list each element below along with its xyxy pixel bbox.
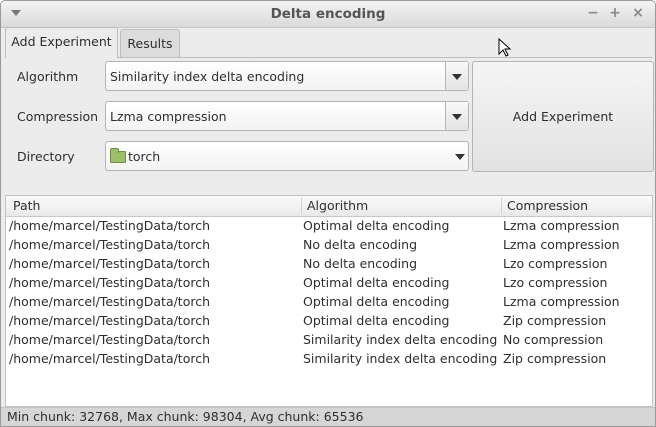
algorithm-value: Similarity index delta encoding	[110, 69, 305, 84]
directory-chooser[interactable]: torch	[105, 141, 469, 171]
window-title: Delta encoding	[270, 6, 386, 22]
column-header-algorithm[interactable]: Algorithm	[307, 198, 368, 213]
table-row[interactable]: /home/marcel/TestingData/torch No delta e…	[6, 235, 652, 254]
tab-add-experiment[interactable]: Add Experiment	[5, 27, 118, 58]
column-divider[interactable]	[501, 198, 502, 214]
column-header-compression[interactable]: Compression	[507, 198, 588, 213]
path-cell: /home/marcel/TestingData/torch	[9, 237, 211, 252]
compression-cell: Lzma compression	[503, 237, 620, 252]
algorithm-cell: Optimal delta encoding	[303, 294, 450, 309]
compression-dropdown-button[interactable]	[445, 102, 468, 130]
directory-value: torch	[128, 149, 161, 164]
algorithm-cell: Similarity index delta encoding	[303, 351, 498, 366]
algorithm-label: Algorithm	[17, 69, 79, 84]
title-bar: Delta encoding − + ×	[1, 1, 655, 28]
path-cell: /home/marcel/TestingData/torch	[9, 351, 211, 366]
chevron-down-icon	[452, 114, 462, 120]
compression-cell: Lzma compression	[503, 218, 620, 233]
status-bar: Min chunk: 32768, Max chunk: 98304, Avg …	[1, 407, 655, 426]
table-row[interactable]: /home/marcel/TestingData/torch Similarity…	[6, 330, 652, 349]
path-cell: /home/marcel/TestingData/torch	[9, 294, 211, 309]
path-cell: /home/marcel/TestingData/torch	[9, 332, 211, 347]
add-experiment-button[interactable]: Add Experiment	[472, 61, 654, 172]
path-cell: /home/marcel/TestingData/torch	[9, 256, 211, 271]
chevron-down-icon	[455, 154, 465, 160]
compression-cell: No compression	[503, 332, 604, 347]
chevron-down-icon	[452, 74, 462, 80]
compression-cell: Lzma compression	[503, 294, 620, 309]
path-cell: /home/marcel/TestingData/torch	[9, 275, 211, 290]
folder-icon	[110, 148, 126, 163]
tab-results[interactable]: Results	[120, 29, 180, 57]
algorithm-select[interactable]: Similarity index delta encoding	[105, 61, 469, 91]
compression-value: Lzma compression	[110, 109, 227, 124]
table-row[interactable]: /home/marcel/TestingData/torch No delta e…	[6, 254, 652, 273]
algorithm-cell: Optimal delta encoding	[303, 218, 450, 233]
compression-cell: Lzo compression	[503, 256, 608, 271]
path-cell: /home/marcel/TestingData/torch	[9, 218, 211, 233]
compression-cell: Zip compression	[503, 313, 607, 328]
compression-cell: Lzo compression	[503, 275, 608, 290]
maximize-icon[interactable]: +	[607, 5, 623, 21]
path-cell: /home/marcel/TestingData/torch	[9, 313, 211, 328]
algorithm-cell: No delta encoding	[303, 237, 418, 252]
table-row[interactable]: /home/marcel/TestingData/torch Optimal de…	[6, 216, 652, 235]
minimize-icon[interactable]: −	[585, 5, 601, 21]
app-window: Delta encoding − + × Add Experiment Resu…	[0, 0, 656, 427]
table-header: Path Algorithm Compression	[6, 196, 652, 217]
algorithm-cell: Optimal delta encoding	[303, 275, 450, 290]
algorithm-cell: Optimal delta encoding	[303, 313, 450, 328]
mouse-pointer-icon	[498, 38, 512, 57]
table-row[interactable]: /home/marcel/TestingData/torch Optimal de…	[6, 292, 652, 311]
table-row[interactable]: /home/marcel/TestingData/torch Optimal de…	[6, 311, 652, 330]
column-divider[interactable]	[301, 198, 302, 214]
algorithm-cell: Similarity index delta encoding	[303, 332, 498, 347]
directory-label: Directory	[17, 149, 75, 164]
compression-cell: Zip compression	[503, 351, 607, 366]
compression-label: Compression	[17, 109, 99, 124]
column-header-path[interactable]: Path	[13, 198, 40, 213]
table-row[interactable]: /home/marcel/TestingData/torch Similarity…	[6, 349, 652, 368]
experiments-table: Path Algorithm Compression /home/marcel/…	[5, 195, 653, 407]
algorithm-cell: No delta encoding	[303, 256, 418, 271]
compression-select[interactable]: Lzma compression	[105, 101, 469, 131]
algorithm-dropdown-button[interactable]	[445, 62, 468, 90]
close-icon[interactable]: ×	[630, 5, 646, 21]
status-text: Min chunk: 32768, Max chunk: 98304, Avg …	[7, 409, 364, 424]
table-row[interactable]: /home/marcel/TestingData/torch Optimal de…	[6, 273, 652, 292]
